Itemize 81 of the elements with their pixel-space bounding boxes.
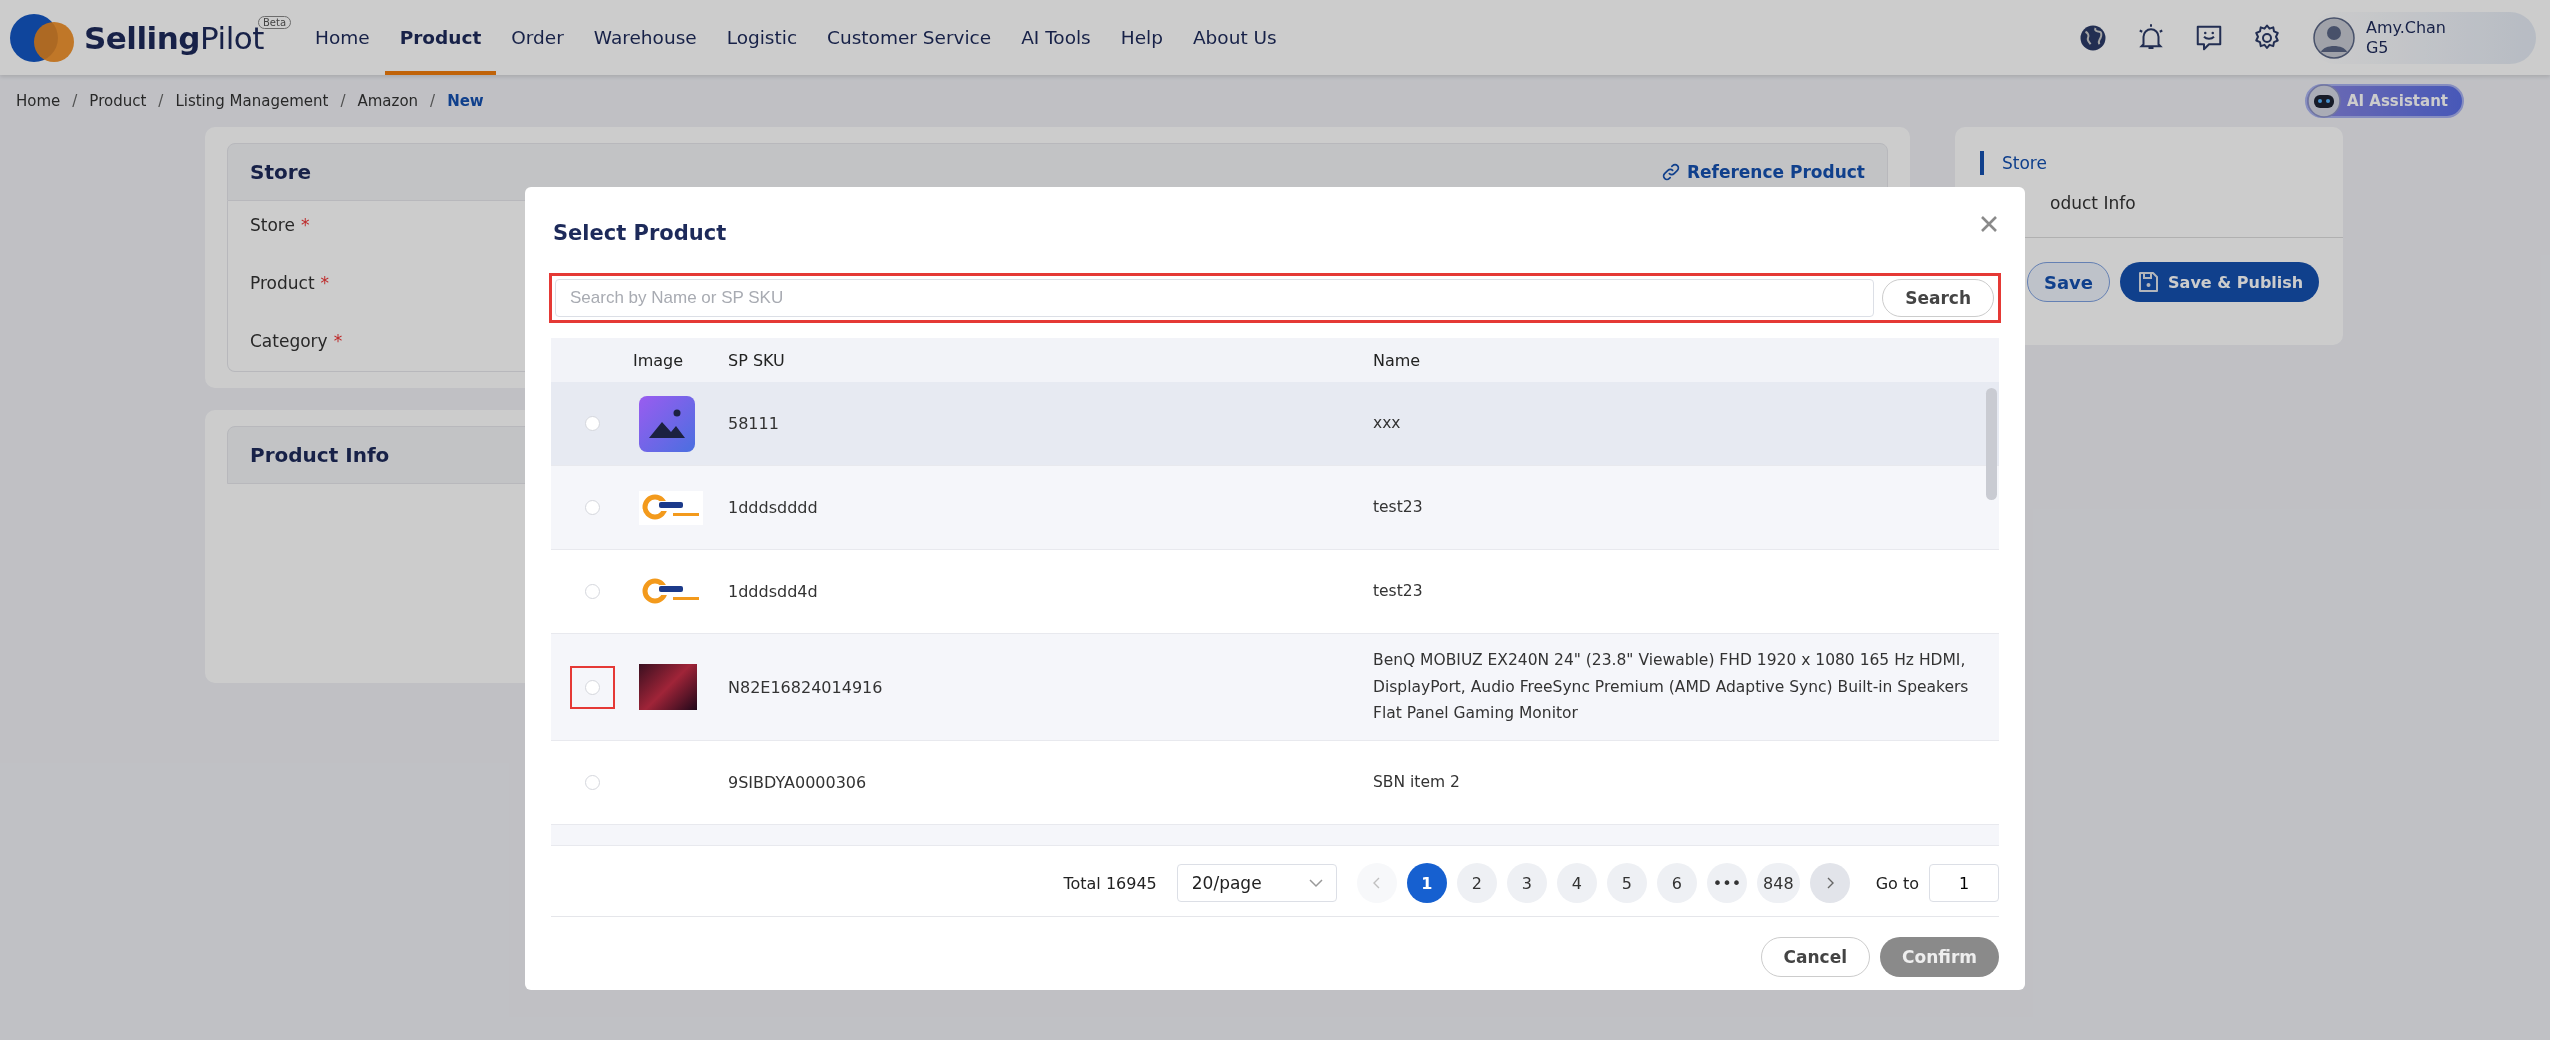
anchor-link[interactable]: Store (1980, 151, 2343, 175)
nav-item[interactable]: Order (496, 0, 579, 75)
required-mark: * (320, 273, 330, 293)
close-icon (1979, 214, 1999, 234)
logo-thumbnail (639, 490, 703, 525)
cancel-button[interactable]: Cancel (1760, 937, 1871, 977)
page-button[interactable]: 6 (1656, 863, 1697, 903)
nav-item[interactable]: About Us (1177, 0, 1292, 75)
breadcrumb-link[interactable]: Listing Management (175, 92, 329, 110)
radio-button[interactable] (584, 775, 600, 790)
nav-item[interactable]: Customer Service (812, 0, 1007, 75)
table-cell-text: BenQ MOBIUZ EX240N 24" (23.8" Viewable) FHD 1920 x 1080 165 Hz HDMI, DisplayPort, Audio FreeSync Premium (AMD Adaptive Sync) Built-in Speakers Flat Panel Gaming Monitor (1373, 650, 1970, 725)
table-row[interactable]: 58111 xxx (551, 382, 1999, 466)
column-header: SP SKU (728, 350, 786, 370)
page-button[interactable]: 4 (1556, 863, 1597, 903)
table-cell-text: 1dddsdddd (728, 498, 819, 517)
search-button[interactable]: Search (1882, 279, 1994, 317)
table-row[interactable]: 1dddsdddd test23 (551, 466, 1999, 550)
radio-button[interactable] (584, 500, 600, 515)
dialog-title: Select Product (553, 221, 727, 245)
search-field[interactable]: Search by Name or SP SKU (555, 279, 1875, 317)
table-cell-text: xxx (1373, 413, 1402, 435)
ai-assistant-button[interactable]: AI Assistant (2304, 84, 2464, 118)
goto-label: Go to (1875, 873, 1919, 893)
nav-item[interactable]: AI Tools (1006, 0, 1106, 75)
column-header: Image (633, 350, 685, 370)
page-button[interactable]: 3 (1506, 863, 1547, 903)
next-page-button[interactable] (1809, 863, 1850, 903)
page-size-select[interactable]: 20/page (1176, 864, 1337, 902)
breadcrumb-link[interactable]: Home (16, 92, 61, 110)
save-button[interactable]: Save (2027, 262, 2111, 302)
nav-item[interactable]: Product (384, 0, 497, 75)
user-level: G5 (2365, 37, 2390, 57)
page-button[interactable]: 848 (1757, 863, 1800, 903)
field-label: Product (250, 273, 315, 293)
field-label: Store (250, 215, 295, 235)
breadcrumb-separator: / (72, 92, 78, 110)
radio-button[interactable] (584, 416, 600, 431)
breadcrumb-separator: / (430, 92, 436, 110)
radio-button[interactable] (584, 584, 600, 599)
avatar-icon (2311, 15, 2356, 60)
nav-item[interactable]: Home (300, 0, 385, 75)
robot-icon (2306, 84, 2341, 118)
table-cell-text: test23 (1373, 497, 1424, 519)
page-button[interactable]: 2 (1456, 863, 1497, 903)
save-publish-button[interactable]: Save & Publish (2120, 262, 2320, 302)
photo-placeholder (639, 664, 697, 710)
radio-button[interactable] (584, 679, 600, 695)
table-cell-text: test23 (1373, 581, 1424, 603)
table-cell-text: 1dddsdd4d (728, 582, 819, 601)
breadcrumb-link[interactable]: Amazon (357, 92, 419, 110)
breadcrumb-separator: / (158, 92, 164, 110)
page-button[interactable]: 5 (1606, 863, 1647, 903)
card-title: Product Info (250, 443, 390, 467)
goto-page-field[interactable]: 1 (1929, 864, 1999, 902)
table-cell-text: SBN item 2 (1373, 772, 1461, 794)
image-placeholder-icon (639, 395, 695, 452)
nav-item[interactable]: Help (1105, 0, 1178, 75)
page-button[interactable]: ••• (1706, 863, 1748, 903)
table-cell-text: N82E16824014916 (728, 677, 884, 697)
reference-product-link[interactable]: Reference Product (1660, 162, 1865, 182)
required-mark: * (333, 331, 343, 351)
user-name: Amy.Chan (2365, 18, 2446, 38)
card-title: Store (250, 160, 312, 184)
field-label: Category (250, 331, 328, 351)
link-icon (1660, 162, 1681, 182)
table-cell-text: 58111 (728, 414, 780, 433)
breadcrumb-link[interactable]: Product (89, 92, 147, 110)
breadcrumb-separator: / (340, 92, 346, 110)
scrollbar[interactable] (1986, 388, 1997, 500)
required-mark: * (300, 215, 310, 235)
nav-item[interactable]: Logistic (711, 0, 813, 75)
table-row[interactable]: N82E16824014916 BenQ MOBIUZ EX240N 24" (23.8" Viewable) FHD 1920 x 1080 165 Hz HDMI, DisplayPort, Audio FreeSync Premium (AMD Adaptive Sync) Built-in Speakers Flat Panel Gaming Monitor (551, 634, 1999, 741)
page-button[interactable]: 1 (1406, 863, 1447, 903)
total-count: Total 16945 (1063, 873, 1157, 893)
chevron-down-icon (1307, 878, 1324, 888)
chevron-left-icon (1371, 876, 1382, 890)
breadcrumb-link[interactable]: New (447, 92, 484, 110)
column-header: Name (1373, 350, 1422, 370)
nav-item[interactable]: Warehouse (578, 0, 712, 75)
table-cell-text: 9SIBDYA0000306 (728, 773, 868, 792)
